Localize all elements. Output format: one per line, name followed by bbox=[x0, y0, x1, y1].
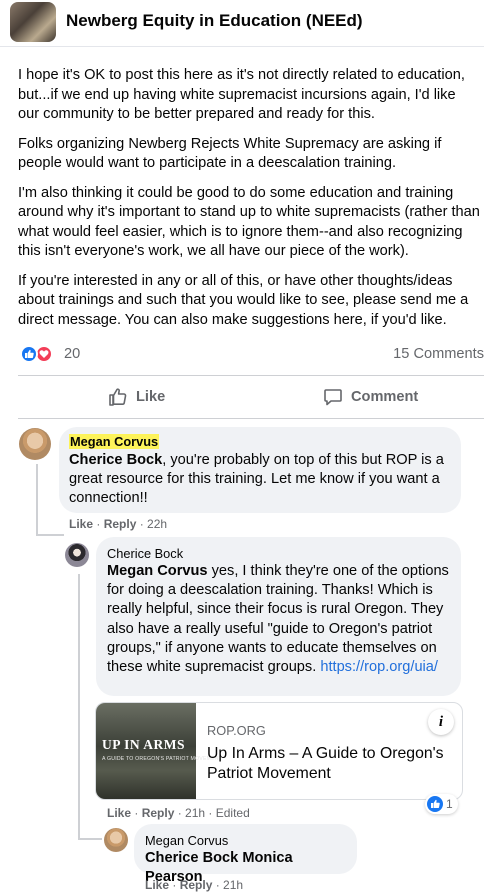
comment-count[interactable]: 15 Comments bbox=[393, 346, 484, 362]
link-preview-image: UP IN ARMS A GUIDE TO OREGON'S PATRIOT M… bbox=[96, 703, 222, 799]
comment-bubble: Megan Corvus Cherice Bock Monica Pearson bbox=[134, 824, 357, 885]
like-reaction-icon[interactable] bbox=[20, 345, 38, 363]
link-title: Up In Arms – A Guide to Oregon's Patriot… bbox=[207, 745, 444, 782]
preview-image-title: UP IN ARMS bbox=[102, 737, 186, 752]
thread-line bbox=[78, 838, 102, 840]
comment-button[interactable]: Comment bbox=[323, 386, 418, 408]
post-paragraph: If you're interested in any or all of th… bbox=[18, 272, 469, 328]
url-link[interactable]: https://rop.org/uia/ bbox=[320, 659, 438, 675]
link-domain: ROP.ORG bbox=[207, 723, 266, 738]
mention-link[interactable]: Cherice Bock bbox=[69, 452, 162, 468]
like-button-label: Like bbox=[136, 389, 166, 405]
thumbs-up-icon bbox=[109, 388, 127, 406]
comment-actions: Like · Reply · 22h bbox=[69, 517, 168, 531]
avatar[interactable] bbox=[19, 428, 51, 460]
avatar[interactable] bbox=[65, 543, 89, 567]
comment-reply-link[interactable]: Reply bbox=[142, 806, 175, 820]
comment-actions: Like · Reply · 21h · Edited bbox=[107, 806, 250, 820]
comment-reply-link[interactable]: Reply bbox=[180, 878, 213, 892]
link-preview-card[interactable]: UP IN ARMS A GUIDE TO OREGON'S PATRIOT M… bbox=[95, 702, 463, 800]
comment-author[interactable]: Megan Corvus bbox=[145, 833, 346, 848]
thread-line bbox=[36, 464, 38, 536]
group-header: Newberg Equity in Education (NEEd) bbox=[0, 0, 484, 47]
thread-line bbox=[78, 574, 80, 840]
comment-reaction-badge[interactable]: 1 bbox=[425, 794, 458, 814]
post-paragraph: Folks organizing Newberg Rejects White S… bbox=[18, 135, 442, 172]
comment-reaction-count: 1 bbox=[446, 797, 453, 811]
avatar[interactable] bbox=[104, 828, 128, 852]
info-icon[interactable]: i bbox=[428, 709, 454, 735]
comment-like-link[interactable]: Like bbox=[145, 878, 169, 892]
post-paragraph: I'm also thinking it could be good to do… bbox=[18, 184, 480, 260]
comment-timestamp[interactable]: 21h bbox=[185, 806, 205, 820]
comment-author[interactable]: Cherice Bock bbox=[107, 546, 450, 561]
comment-actions: Like · Reply · 21h bbox=[145, 878, 244, 892]
comment-bubble: Cherice Bock Megan Corvus yes, I think t… bbox=[96, 537, 461, 696]
comment-like-link[interactable]: Like bbox=[69, 517, 93, 531]
reaction-count[interactable]: 20 bbox=[64, 346, 80, 362]
group-cover-thumbnail[interactable] bbox=[10, 2, 56, 42]
comment-bubble-icon bbox=[324, 389, 342, 406]
mention-link[interactable]: Megan Corvus bbox=[107, 563, 208, 579]
comment-like-link[interactable]: Like bbox=[107, 806, 131, 820]
divider bbox=[18, 375, 484, 376]
like-reaction-icon bbox=[427, 796, 443, 812]
comment-author[interactable]: Megan Corvus bbox=[69, 434, 451, 449]
comment-text: Megan Corvus yes, I think they're one of… bbox=[107, 563, 449, 676]
like-button[interactable]: Like bbox=[108, 386, 165, 408]
comment-timestamp[interactable]: 22h bbox=[147, 517, 167, 531]
divider bbox=[18, 418, 484, 419]
edited-label[interactable]: Edited bbox=[216, 806, 250, 820]
comment-timestamp[interactable]: 21h bbox=[223, 878, 243, 892]
comment-button-label: Comment bbox=[351, 389, 419, 405]
comment-reply-link[interactable]: Reply bbox=[104, 517, 137, 531]
thread-line bbox=[36, 534, 64, 536]
comment-text: Cherice Bock, you're probably on top of … bbox=[69, 452, 444, 507]
group-name[interactable]: Newberg Equity in Education (NEEd) bbox=[66, 11, 363, 31]
comment-bubble: Megan Corvus Cherice Bock, you're probab… bbox=[59, 427, 461, 513]
post-body: I hope it's OK to post this here as it's… bbox=[18, 66, 480, 340]
preview-image-subtitle: A GUIDE TO OREGON'S PATRIOT MOVEMENT bbox=[102, 756, 223, 762]
post-paragraph: I hope it's OK to post this here as it's… bbox=[18, 67, 465, 122]
mention-link[interactable]: Cherice Bock bbox=[145, 850, 238, 866]
reactions-bar: 20 15 Comments bbox=[20, 344, 484, 366]
